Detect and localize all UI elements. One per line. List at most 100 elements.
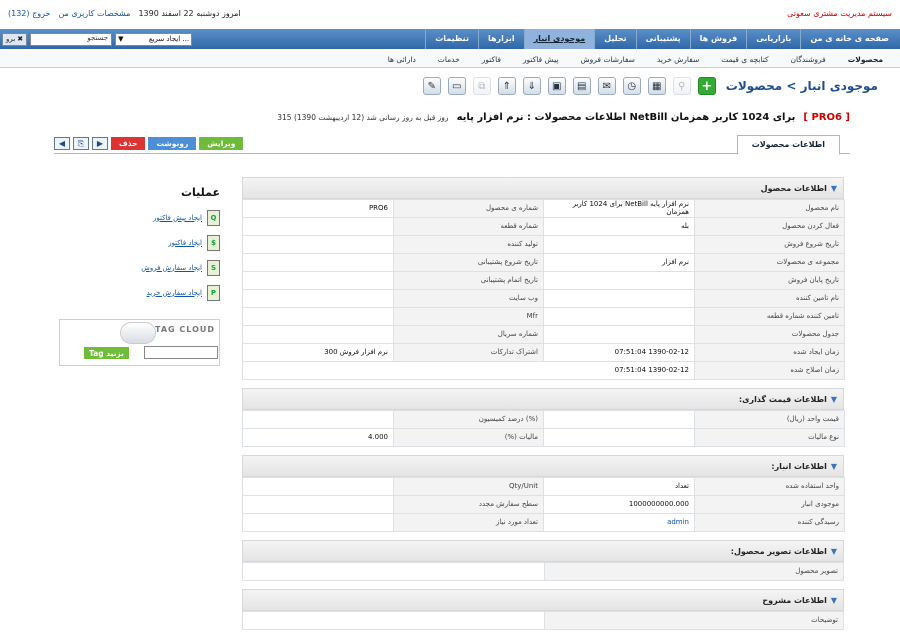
field-value: نرم افزار bbox=[543, 253, 695, 272]
profile-link[interactable]: مشخصات کاربری من bbox=[58, 9, 130, 18]
search-go-button[interactable]: برو ✖ bbox=[2, 32, 28, 46]
collapse-icon: ▼ bbox=[830, 595, 837, 605]
collapse-icon: ▼ bbox=[830, 183, 837, 193]
top-bar: خروج (132) مشخصات کاربری من امروز دوشنبه… bbox=[0, 0, 900, 26]
calendar-icon[interactable]: ▦ bbox=[647, 77, 666, 95]
subnav-assets[interactable]: دارائی ها bbox=[377, 55, 427, 64]
search-input[interactable]: جستجو bbox=[30, 32, 113, 46]
field-value bbox=[242, 477, 394, 496]
pricing-table: قیمت واحد (ریال) (%) درصد کمیسیون نوع مالی… bbox=[242, 410, 845, 447]
table-row: توضیحات bbox=[242, 611, 844, 630]
table-row: تامین کننده شماره قطعه Mfr bbox=[242, 307, 845, 326]
detail-panel: ▼ اطلاعات محصول نام محصول نرم افزار پایه N… bbox=[242, 177, 845, 638]
nav-sales[interactable]: فروش ها bbox=[689, 29, 747, 49]
field-label: نام محصول bbox=[694, 199, 845, 218]
subnav-purchase-orders[interactable]: سفارش خرید bbox=[646, 55, 710, 64]
field-value bbox=[242, 513, 394, 532]
table-row: نام محصول نرم افزار پایه NetBill برای 102… bbox=[242, 199, 845, 218]
table-row: رسیدگی کننده admin تعداد مورد نیاز bbox=[242, 513, 845, 532]
field-label: وب سایت bbox=[393, 289, 544, 308]
nav-support[interactable]: پشتیبانی bbox=[635, 29, 690, 49]
nav-analysis[interactable]: تحلیل bbox=[594, 29, 635, 49]
field-label: تاریخ اتمام پشتیبانی bbox=[393, 271, 544, 290]
subnav-vendors[interactable]: فروشندگان bbox=[780, 55, 837, 64]
field-value: 1390-02-12 07:51:04 bbox=[543, 343, 695, 362]
document-icon[interactable]: ▣ bbox=[547, 77, 566, 95]
search-icon[interactable]: ⚲ bbox=[672, 77, 691, 95]
tag-input[interactable] bbox=[144, 346, 218, 359]
section-stock: ▼:اطلاعات انبار واحد استفاده شده تعداد Qty… bbox=[242, 455, 845, 532]
edit-button[interactable]: ویرایش bbox=[199, 137, 244, 150]
screen-icon[interactable]: ▭ bbox=[447, 77, 466, 95]
clock-icon[interactable]: ◷ bbox=[622, 77, 641, 95]
op-create-purchase-order[interactable]: P ایجاد سفارش خرید bbox=[59, 280, 220, 305]
field-value: بله bbox=[543, 217, 695, 236]
field-label: سطح سفارش مجدد bbox=[393, 495, 544, 514]
subnav-quotes[interactable]: پیش فاکتور bbox=[512, 55, 570, 64]
table-row: زمان اصلاح شده 1390-02-12 07:51:04 bbox=[242, 361, 845, 380]
logout-link[interactable]: خروج (132) bbox=[8, 9, 50, 18]
import-icon[interactable]: ⇓ bbox=[522, 77, 541, 95]
subnav-sales-orders[interactable]: سفارشات فروش bbox=[569, 55, 646, 64]
delete-button[interactable]: حذف bbox=[111, 137, 146, 150]
table-row: زمان ایجاد شده 1390-02-12 07:51:04 اشتراک … bbox=[242, 343, 845, 362]
nav-inventory[interactable]: موجودی انبار bbox=[523, 29, 595, 49]
subnav-pricebooks[interactable]: کتابچه ی قیمت bbox=[710, 55, 779, 64]
field-value: نرم افزار پایه NetBill برای 1024 کاربر ه… bbox=[543, 199, 695, 218]
op-create-sales-order[interactable]: S ایجاد سفارش فروش bbox=[59, 255, 220, 280]
product-table: نام محصول نرم افزار پایه NetBill برای 102… bbox=[242, 199, 845, 380]
op-create-invoice[interactable]: $ ایجاد فاکتور bbox=[59, 230, 220, 255]
plus-icon[interactable]: + bbox=[697, 77, 716, 95]
next-record-icon[interactable]: ▶ bbox=[92, 137, 108, 150]
chat-icon[interactable]: ✉ bbox=[597, 77, 616, 95]
field-label: فعال کردن محصول bbox=[694, 217, 845, 236]
sub-nav: محصولات فروشندگان کتابچه ی قیمت سفارش خر… bbox=[0, 51, 900, 68]
prev-record-icon[interactable]: ◀ bbox=[54, 137, 70, 150]
field-label: تعداد مورد نیاز bbox=[393, 513, 544, 532]
nav-tools[interactable]: ابزارها bbox=[477, 29, 524, 49]
nav-marketing[interactable]: بازاریابی bbox=[746, 29, 800, 49]
chevron-down-icon: ▼ bbox=[118, 35, 124, 43]
table-row: نوع مالیات مالیات (%) 4.000 bbox=[242, 428, 845, 447]
date-text: امروز دوشنبه 22 اسفند 1390 bbox=[138, 8, 241, 18]
field-label: مجموعه ی محصولات bbox=[694, 253, 845, 272]
subnav-invoices[interactable]: فاکتور bbox=[471, 55, 512, 64]
section-header[interactable]: ▼ اطلاعات محصول bbox=[242, 177, 844, 199]
subnav-products[interactable]: محصولات bbox=[837, 55, 894, 64]
subnav-services[interactable]: خدمات bbox=[427, 55, 471, 64]
field-label: نام تامین کننده bbox=[694, 289, 845, 308]
main-nav: صفحه ی خانه ی من بازاریابی فروش ها پشتیب… bbox=[0, 29, 900, 49]
tag-button[interactable]: Tag بزنید bbox=[84, 347, 129, 359]
tab-product-info[interactable]: اطلاعات محصولات bbox=[736, 135, 840, 155]
field-value bbox=[242, 253, 394, 272]
field-label: تاریخ شروع فروش bbox=[694, 235, 845, 254]
section-header[interactable]: ▼:اطلاعات انبار bbox=[242, 455, 844, 477]
sales-order-icon: S bbox=[207, 259, 220, 276]
settings-icon[interactable]: ✎ bbox=[422, 77, 441, 95]
field-value bbox=[543, 325, 695, 344]
nav-settings[interactable]: تنظیمات bbox=[425, 29, 478, 49]
section-header[interactable]: ▼:اطلاعات تصویر محصول bbox=[242, 540, 844, 562]
find-duplicates-icon[interactable]: ⧉ bbox=[472, 77, 491, 95]
copy-icon[interactable]: ⎘ bbox=[73, 137, 89, 150]
field-label: نوع مالیات bbox=[694, 428, 845, 447]
operations-sidebar: عملیات Q ایجاد پیش فاکتور $ ایجاد فاکتور S… bbox=[59, 186, 220, 305]
quick-create-select[interactable]: ▼ ایجاد سریع ... bbox=[115, 32, 193, 46]
invoice-icon: $ bbox=[207, 234, 220, 251]
duplicate-button[interactable]: رونوشت bbox=[148, 137, 197, 150]
field-value bbox=[242, 611, 545, 630]
table-row: نام تامین کننده وب سایت bbox=[242, 289, 845, 308]
calculator-icon[interactable]: ▤ bbox=[572, 77, 591, 95]
nav-home[interactable]: صفحه ی خانه ی من bbox=[800, 29, 898, 49]
cloud-icon bbox=[120, 322, 156, 344]
nav-tools-left: برو ✖ جستجو ▼ ایجاد سریع ... bbox=[2, 32, 193, 46]
section-header[interactable]: ▼:اطلاعات قیمت گذاری bbox=[242, 388, 844, 410]
export-icon[interactable]: ⇑ bbox=[497, 77, 516, 95]
op-create-quote[interactable]: Q ایجاد پیش فاکتور bbox=[59, 205, 220, 230]
field-value bbox=[242, 271, 394, 290]
section-header[interactable]: ▼ اطلاعات مشروح bbox=[242, 589, 844, 611]
table-row: قیمت واحد (ریال) (%) درصد کمیسیون bbox=[242, 410, 845, 429]
field-label: شماره ی محصول bbox=[393, 199, 544, 218]
operations-title: عملیات bbox=[180, 186, 220, 199]
title-bar: موجودی انبار > محصولات + ⚲ ▦ ◷ ✉ ▤ ▣ ⇓ ⇑… bbox=[422, 72, 878, 100]
